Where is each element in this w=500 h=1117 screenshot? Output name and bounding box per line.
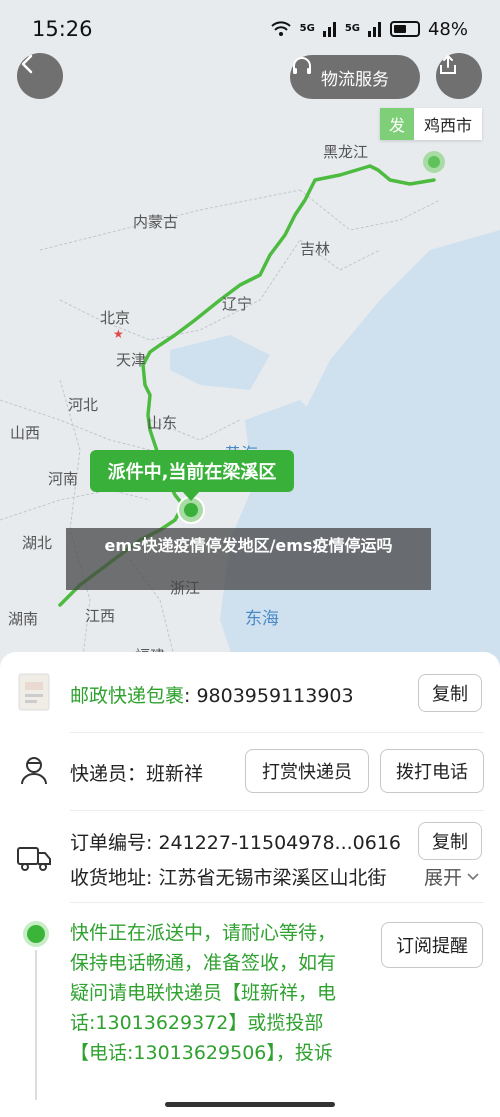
map-label-shandong: 山东 (147, 414, 178, 432)
back-button[interactable] (17, 53, 63, 99)
status-time: 15:26 (32, 17, 93, 41)
divider (70, 810, 484, 811)
signal-5g-1: 5G (299, 23, 315, 34)
signal-bars-icon (367, 22, 381, 37)
signal-5g-2: 5G (344, 23, 360, 34)
map-label-hebei: 河北 (68, 396, 99, 414)
timeline-current-dot (27, 925, 45, 943)
package-row: 邮政快递包裹: 9803959113903 (70, 681, 354, 708)
expand-label: 展开 (424, 867, 463, 889)
map-label-beijing: 北京 (100, 309, 131, 327)
battery-icon (389, 21, 420, 37)
bohai-sea (170, 335, 270, 390)
logistics-service-label: 物流服务 (321, 69, 389, 90)
origin-badge: 发 (380, 108, 414, 140)
article-caption-overlay: ems快递疫情停发地区/ems疫情停运吗 (66, 528, 431, 590)
origin-city: 鸡西市 (414, 108, 483, 140)
home-indicator[interactable] (165, 1102, 335, 1107)
tracking-number: : 9803959113903 (184, 685, 354, 707)
copy-tracking-button[interactable]: 复制 (418, 674, 482, 712)
map-label-hubei: 湖北 (22, 534, 53, 552)
delivery-address: 收货地址: 江苏省无锡市梁溪区山北街 (70, 867, 387, 889)
share-button[interactable] (436, 53, 482, 99)
package-icon (14, 672, 54, 712)
map-label-tianjin: 天津 (116, 351, 147, 369)
order-number: 订单编号: 241227-11504978...0616 (70, 832, 402, 854)
subscribe-reminder-button[interactable]: 订阅提醒 (381, 922, 483, 968)
map-label-donghai: 东海 (245, 609, 279, 629)
status-bar: 15:26 5G 5G 48% (0, 0, 500, 58)
origin-tag: 发 鸡西市 (380, 108, 483, 140)
delivery-status-bubble: 派件中,当前在梁溪区 (90, 450, 294, 501)
divider (70, 732, 484, 733)
call-courier-button[interactable]: 拨打电话 (380, 749, 484, 793)
tip-courier-button[interactable]: 打赏快递员 (245, 749, 369, 793)
divider (70, 902, 484, 903)
courier-icon (14, 750, 54, 790)
chevron-down-icon (467, 872, 479, 880)
expand-address-button[interactable]: 展开 (424, 863, 481, 890)
map-label-henan: 河南 (48, 470, 79, 488)
map-label-neimenggu: 内蒙古 (133, 213, 179, 231)
current-location-marker (184, 503, 198, 517)
wifi-icon (270, 21, 291, 36)
origin-marker (428, 156, 440, 168)
map-label-jiangxi: 江西 (85, 607, 116, 625)
battery-percent: 48% (427, 18, 468, 40)
map-label-shanxi: 山西 (10, 424, 41, 442)
map-label-heilongjiang: 黑龙江 (323, 143, 369, 161)
copy-order-button[interactable]: 复制 (418, 822, 482, 860)
headset-icon (293, 57, 311, 74)
logistics-service-button[interactable]: 物流服务 (290, 55, 420, 99)
truck-icon (14, 838, 54, 878)
map-label-jilin: 吉林 (300, 240, 331, 258)
status-icons: 5G 5G 48% (270, 19, 468, 40)
package-label: 邮政快递包裹 (70, 685, 185, 707)
signal-bars-icon (322, 22, 336, 37)
courier-label: 快递员：班新祥 (70, 763, 204, 785)
timeline-line (35, 950, 37, 1100)
map-label-liaoning: 辽宁 (222, 295, 253, 313)
map-label-hunan: 湖南 (8, 610, 39, 628)
delivery-status-text: 快件正在派送中，请耐心等待，保持电话畅通，准备签收，如有疑问请电联快递员【班新祥… (70, 922, 337, 1064)
capital-star-icon: ★ (113, 327, 124, 341)
